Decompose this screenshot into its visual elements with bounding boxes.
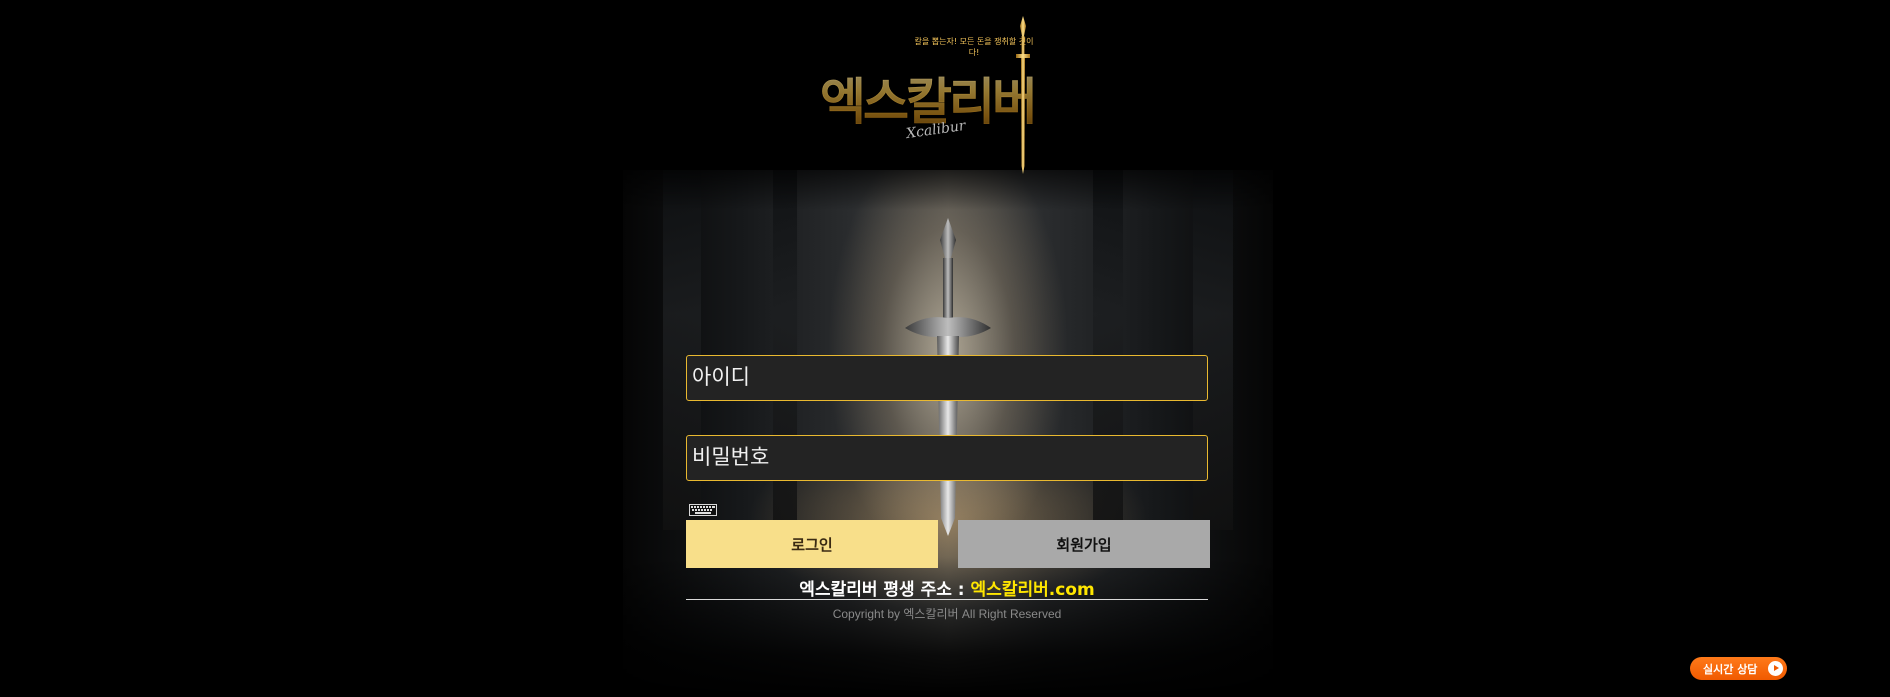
address-link[interactable]: 엑스칼리버.com bbox=[971, 580, 1095, 600]
logo-sword-icon bbox=[1016, 16, 1030, 174]
signup-button[interactable]: 회원가입 bbox=[958, 520, 1210, 568]
keyboard-icon[interactable] bbox=[689, 504, 717, 516]
live-chat-button[interactable]: 실시간 상담 bbox=[1690, 657, 1787, 680]
login-stage: 칼을 뽑는자! 모든 돈을 쟁취할 것이다! 엑스칼리버 Xcalibur 아이… bbox=[623, 0, 1273, 697]
live-chat-label: 실시간 상담 bbox=[1703, 662, 1758, 676]
username-input[interactable] bbox=[686, 355, 1208, 401]
play-arrow-icon bbox=[1768, 661, 1783, 676]
permanent-address: 엑스칼리버 평생 주소 : 엑스칼리버.com bbox=[686, 575, 1208, 600]
password-input[interactable] bbox=[686, 435, 1208, 481]
footer-divider bbox=[686, 599, 1208, 600]
copyright-text: Copyright by 엑스칼리버 All Right Reserved bbox=[832, 607, 1062, 621]
login-button[interactable]: 로그인 bbox=[686, 520, 938, 568]
site-logo: 칼을 뽑는자! 모든 돈을 쟁취할 것이다! 엑스칼리버 Xcalibur bbox=[818, 14, 1088, 174]
address-label: 엑스칼리버 평생 주소 : bbox=[799, 580, 965, 600]
